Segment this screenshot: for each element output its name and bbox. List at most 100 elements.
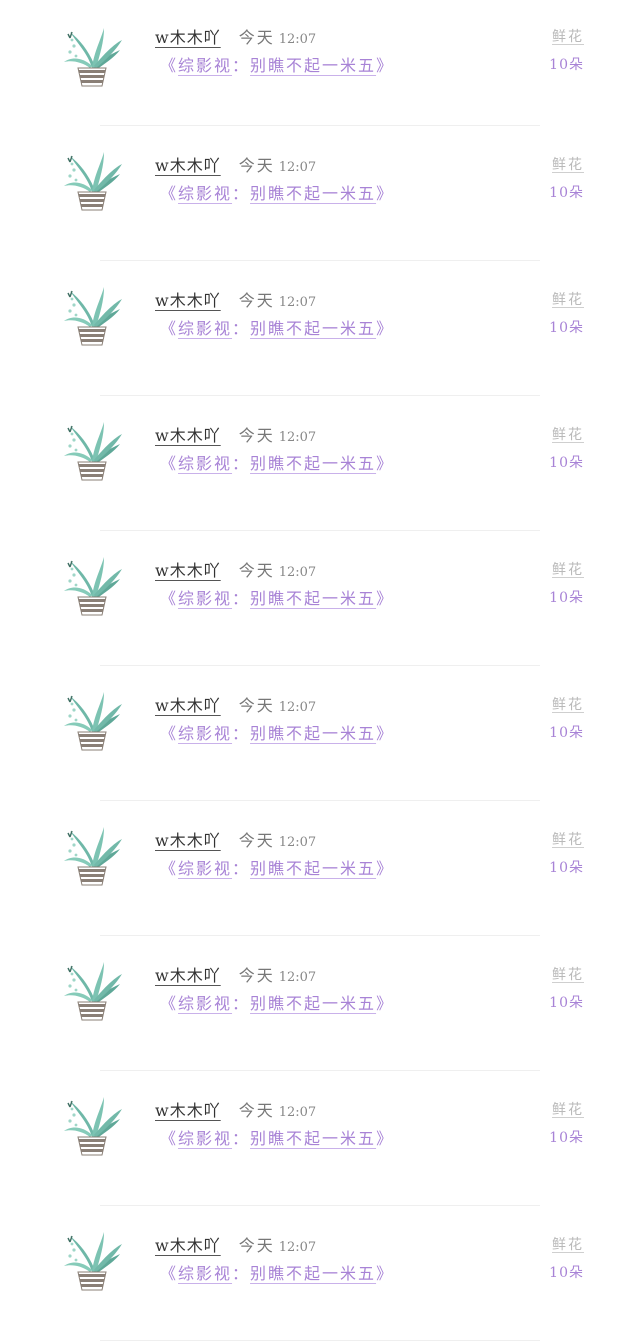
gift-meta: w木木吖 今天 12:07 — [155, 692, 316, 716]
work-title-link[interactable]: 《综影视：别瞧不起一米五》 — [160, 720, 394, 744]
gift-type-label: 鲜花 — [552, 29, 584, 45]
bracket-open: 《 — [160, 724, 179, 743]
work-title: 别瞧不起一米五 — [250, 454, 377, 473]
bracket-open: 《 — [160, 56, 179, 75]
username-link[interactable]: w木木吖 — [155, 966, 221, 985]
title-separator: ： — [232, 589, 251, 608]
date-label: 今天 — [238, 561, 275, 580]
title-separator: ： — [232, 1264, 251, 1283]
gift-count: 10朵 — [549, 590, 584, 606]
row-divider — [100, 800, 540, 801]
username-link[interactable]: w木木吖 — [155, 28, 221, 47]
bracket-open: 《 — [160, 454, 179, 473]
gift-meta: w木木吖 今天 12:07 — [155, 152, 316, 176]
username-link[interactable]: w木木吖 — [155, 291, 221, 310]
potted-plant-icon[interactable] — [58, 1093, 126, 1157]
list-item[interactable]: w木木吖 今天 12:07 《综影视：别瞧不起一米五》 鲜花 10朵 — [0, 803, 640, 938]
potted-plant-icon[interactable] — [58, 1228, 126, 1292]
username-link[interactable]: w木木吖 — [155, 696, 221, 715]
list-item[interactable]: w木木吖 今天 12:07 《综影视：别瞧不起一米五》 鲜花 10朵 — [0, 128, 640, 263]
bracket-close: 》 — [376, 994, 395, 1013]
list-item[interactable]: w木木吖 今天 12:07 《综影视：别瞧不起一米五》 鲜花 10朵 — [0, 1073, 640, 1208]
work-title-link[interactable]: 《综影视：别瞧不起一米五》 — [160, 1260, 394, 1284]
work-title-link[interactable]: 《综影视：别瞧不起一米五》 — [160, 990, 394, 1014]
username-link[interactable]: w木木吖 — [155, 426, 221, 445]
title-separator: ： — [232, 994, 251, 1013]
gift-type-label: 鲜花 — [552, 1102, 584, 1118]
work-title-link[interactable]: 《综影视：别瞧不起一米五》 — [160, 52, 394, 76]
work-title: 别瞧不起一米五 — [250, 589, 377, 608]
potted-plant-icon[interactable] — [58, 823, 126, 887]
date-label: 今天 — [238, 156, 275, 175]
date-label: 今天 — [238, 1236, 275, 1255]
list-item[interactable]: w木木吖 今天 12:07 《综影视：别瞧不起一米五》 鲜花 10朵 — [0, 533, 640, 668]
username-link[interactable]: w木木吖 — [155, 1236, 221, 1255]
bracket-open: 《 — [160, 994, 179, 1013]
gift-type-label: 鲜花 — [552, 832, 584, 848]
time-label: 12:07 — [278, 430, 317, 445]
work-title-link[interactable]: 《综影视：别瞧不起一米五》 — [160, 585, 394, 609]
title-separator: ： — [232, 56, 251, 75]
date-label: 今天 — [238, 966, 275, 985]
date-label: 今天 — [238, 426, 275, 445]
work-title-link[interactable]: 《综影视：别瞧不起一米五》 — [160, 180, 394, 204]
work-category: 综影视 — [178, 589, 233, 608]
work-title-link[interactable]: 《综影视：别瞧不起一米五》 — [160, 450, 394, 474]
work-title-link[interactable]: 《综影视：别瞧不起一米五》 — [160, 855, 394, 879]
list-item[interactable]: w木木吖 今天 12:07 《综影视：别瞧不起一米五》 鲜花 10朵 — [0, 1208, 640, 1343]
bracket-close: 》 — [376, 589, 395, 608]
bracket-close: 》 — [376, 319, 395, 338]
list-item[interactable]: w木木吖 今天 12:07 《综影视：别瞧不起一米五》 鲜花 10朵 — [0, 668, 640, 803]
potted-plant-icon[interactable] — [58, 148, 126, 212]
time-label: 12:07 — [278, 1240, 317, 1255]
row-divider — [100, 1340, 540, 1341]
gift-count: 10朵 — [549, 860, 584, 876]
bracket-open: 《 — [160, 859, 179, 878]
username-link[interactable]: w木木吖 — [155, 1101, 221, 1120]
gift-type-label: 鲜花 — [552, 1237, 584, 1253]
time-label: 12:07 — [278, 1105, 317, 1120]
title-separator: ： — [232, 859, 251, 878]
list-item[interactable]: w木木吖 今天 12:07 《综影视：别瞧不起一米五》 鲜花 10朵 — [0, 398, 640, 533]
username-link[interactable]: w木木吖 — [155, 831, 221, 850]
gift-count: 10朵 — [549, 320, 584, 336]
bracket-close: 》 — [376, 1264, 395, 1283]
potted-plant-icon[interactable] — [58, 553, 126, 617]
work-title: 别瞧不起一米五 — [250, 1129, 377, 1148]
work-category: 综影视 — [178, 319, 233, 338]
work-title-link[interactable]: 《综影视：别瞧不起一米五》 — [160, 315, 394, 339]
work-category: 综影视 — [178, 56, 233, 75]
row-divider — [100, 1205, 540, 1206]
bracket-open: 《 — [160, 589, 179, 608]
work-title-link[interactable]: 《综影视：别瞧不起一米五》 — [160, 1125, 394, 1149]
potted-plant-icon[interactable] — [58, 283, 126, 347]
work-title: 别瞧不起一米五 — [250, 184, 377, 203]
bracket-close: 》 — [376, 454, 395, 473]
title-separator: ： — [232, 454, 251, 473]
gift-meta: w木木吖 今天 12:07 — [155, 827, 316, 851]
title-separator: ： — [232, 319, 251, 338]
gift-meta: w木木吖 今天 12:07 — [155, 287, 316, 311]
potted-plant-icon[interactable] — [58, 688, 126, 752]
gift-meta: w木木吖 今天 12:07 — [155, 1097, 316, 1121]
list-item[interactable]: w木木吖 今天 12:07 《综影视：别瞧不起一米五》 鲜花 10朵 — [0, 0, 640, 128]
title-separator: ： — [232, 724, 251, 743]
row-divider — [100, 935, 540, 936]
username-link[interactable]: w木木吖 — [155, 156, 221, 175]
work-title: 别瞧不起一米五 — [250, 56, 377, 75]
row-divider — [100, 260, 540, 261]
username-link[interactable]: w木木吖 — [155, 561, 221, 580]
potted-plant-icon[interactable] — [58, 958, 126, 1022]
bracket-open: 《 — [160, 1264, 179, 1283]
time-label: 12:07 — [278, 160, 317, 175]
potted-plant-icon[interactable] — [58, 418, 126, 482]
potted-plant-icon[interactable] — [58, 24, 126, 88]
gift-type-label: 鲜花 — [552, 292, 584, 308]
row-divider — [100, 125, 540, 126]
list-item[interactable]: w木木吖 今天 12:07 《综影视：别瞧不起一米五》 鲜花 10朵 — [0, 263, 640, 398]
gift-count: 10朵 — [549, 57, 584, 73]
list-item[interactable]: w木木吖 今天 12:07 《综影视：别瞧不起一米五》 鲜花 10朵 — [0, 938, 640, 1073]
gift-type-label: 鲜花 — [552, 697, 584, 713]
gift-count: 10朵 — [549, 1130, 584, 1146]
gift-type-label: 鲜花 — [552, 562, 584, 578]
